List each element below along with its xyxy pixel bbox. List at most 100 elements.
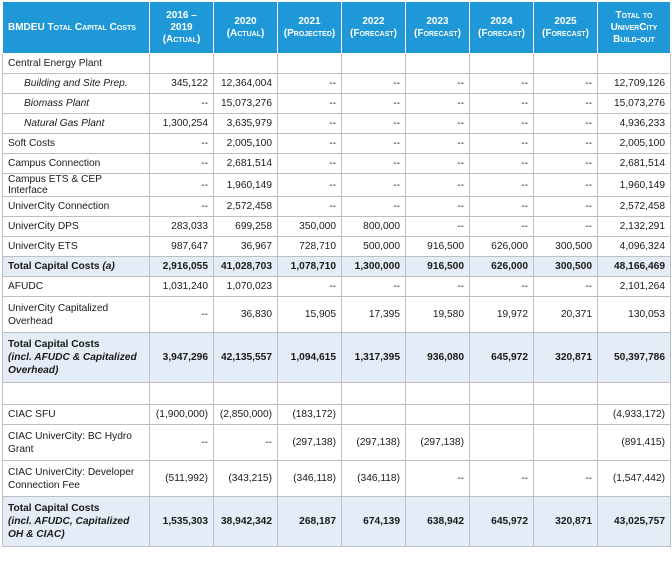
table-cell bbox=[533, 404, 598, 425]
table-cell: -- bbox=[341, 196, 406, 217]
table-cell: 1,960,149 bbox=[597, 173, 671, 197]
table-cell: -- bbox=[469, 133, 534, 154]
table-cell: (4,933,172) bbox=[597, 404, 671, 425]
table-cell: -- bbox=[469, 93, 534, 114]
row-label: Soft Costs bbox=[2, 133, 150, 154]
table-cell: 268,187 bbox=[277, 496, 342, 547]
table-cell: -- bbox=[277, 196, 342, 217]
table-cell: 283,033 bbox=[149, 216, 214, 237]
table-cell: -- bbox=[405, 196, 470, 217]
table-row: Soft Costs -- 2,005,100 -- -- -- -- -- 2… bbox=[2, 133, 671, 154]
table-cell: 936,080 bbox=[405, 332, 470, 383]
table-cell: 699,258 bbox=[213, 216, 278, 237]
row-label: CIAC UniverCity: Developer Connection Fe… bbox=[2, 460, 150, 497]
table-cell: 320,871 bbox=[533, 496, 598, 547]
table-cell: 12,364,004 bbox=[213, 73, 278, 94]
column-header: 2024 (Forecast) bbox=[469, 1, 534, 54]
table-row: Campus Connection -- 2,681,514 -- -- -- … bbox=[2, 153, 671, 174]
table-cell: 1,078,710 bbox=[277, 256, 342, 277]
table-cell: -- bbox=[533, 196, 598, 217]
table-row: UniverCity DPS 283,033 699,258 350,000 8… bbox=[2, 216, 671, 237]
table-cell: 15,905 bbox=[277, 296, 342, 333]
table-cell: 916,500 bbox=[405, 236, 470, 257]
table-cell: (183,172) bbox=[277, 404, 342, 425]
row-label: Total Capital Costs (incl. AFUDC & Capita… bbox=[2, 332, 150, 383]
table-cell: 19,580 bbox=[405, 296, 470, 333]
table-cell bbox=[533, 424, 598, 461]
table-cell: -- bbox=[469, 460, 534, 497]
table-row: Central Energy Plant bbox=[2, 53, 671, 74]
column-header: 2020 (Actual) bbox=[213, 1, 278, 54]
table-cell: 4,936,233 bbox=[597, 113, 671, 134]
row-label: CIAC UniverCity: BC Hydro Grant bbox=[2, 424, 150, 461]
row-label: UniverCity DPS bbox=[2, 216, 150, 237]
table-cell: -- bbox=[213, 424, 278, 461]
table-cell: -- bbox=[341, 113, 406, 134]
table-cell: 916,500 bbox=[405, 256, 470, 277]
table-cell: 674,139 bbox=[341, 496, 406, 547]
table-cell bbox=[597, 53, 671, 74]
table-cell: -- bbox=[277, 93, 342, 114]
table-cell bbox=[277, 53, 342, 74]
table-cell: 48,166,469 bbox=[597, 256, 671, 277]
table-cell: (2,850,000) bbox=[213, 404, 278, 425]
table-header-row: BMDEU Total Capital Costs 2016 –2019 (Act… bbox=[2, 1, 671, 54]
table-cell: -- bbox=[533, 460, 598, 497]
table-cell bbox=[469, 404, 534, 425]
row-label: Central Energy Plant bbox=[2, 53, 150, 74]
table-row: AFUDC 1,031,240 1,070,023 -- -- -- -- --… bbox=[2, 276, 671, 297]
table-cell: 1,535,303 bbox=[149, 496, 214, 547]
table-cell: -- bbox=[277, 276, 342, 297]
table-title: BMDEU Total Capital Costs bbox=[2, 1, 150, 54]
table-cell: -- bbox=[405, 153, 470, 174]
table-row: Biomass Plant -- 15,073,276 -- -- -- -- … bbox=[2, 93, 671, 114]
table-cell: -- bbox=[341, 133, 406, 154]
table-cell: 38,942,342 bbox=[213, 496, 278, 547]
table-row: CIAC UniverCity: BC Hydro Grant -- -- (2… bbox=[2, 424, 671, 461]
table-cell: 300,500 bbox=[533, 256, 598, 277]
table-cell: -- bbox=[469, 153, 534, 174]
table-cell: -- bbox=[277, 133, 342, 154]
table-cell: (297,138) bbox=[341, 424, 406, 461]
table-cell: 1,300,254 bbox=[149, 113, 214, 134]
table-cell: 626,000 bbox=[469, 256, 534, 277]
total-row: Total Capital Costs (incl. AFUDC, Capital… bbox=[2, 496, 671, 547]
table-cell: 2,132,291 bbox=[597, 216, 671, 237]
table-cell: 300,500 bbox=[533, 236, 598, 257]
blank-row bbox=[2, 382, 671, 405]
table-cell: 15,073,276 bbox=[597, 93, 671, 114]
table-cell: 42,135,557 bbox=[213, 332, 278, 383]
table-cell: 2,005,100 bbox=[597, 133, 671, 154]
row-label: Campus Connection bbox=[2, 153, 150, 174]
table-cell: 800,000 bbox=[341, 216, 406, 237]
row-label: Campus ETS & CEP Interface bbox=[2, 173, 150, 197]
table-cell: 41,028,703 bbox=[213, 256, 278, 277]
table-cell: -- bbox=[533, 216, 598, 237]
table-cell: -- bbox=[533, 113, 598, 134]
table-cell: -- bbox=[405, 173, 470, 197]
table-cell bbox=[213, 53, 278, 74]
table-cell: -- bbox=[469, 216, 534, 237]
table-cell: 2,005,100 bbox=[213, 133, 278, 154]
table-cell: 50,397,786 bbox=[597, 332, 671, 383]
table-cell: 36,830 bbox=[213, 296, 278, 333]
table-cell: -- bbox=[149, 296, 214, 333]
table-cell: -- bbox=[469, 173, 534, 197]
capital-costs-table: BMDEU Total Capital Costs 2016 –2019 (Act… bbox=[2, 1, 671, 547]
table-cell: -- bbox=[405, 133, 470, 154]
table-cell: (297,138) bbox=[405, 424, 470, 461]
table-cell: -- bbox=[341, 173, 406, 197]
table-cell: (346,118) bbox=[277, 460, 342, 497]
row-label: UniverCity Connection bbox=[2, 196, 150, 217]
table-cell: 1,031,240 bbox=[149, 276, 214, 297]
table-cell: 500,000 bbox=[341, 236, 406, 257]
table-cell: -- bbox=[341, 73, 406, 94]
column-header: 2022 (Forecast) bbox=[341, 1, 406, 54]
row-label: UniverCity Capitalized Overhead bbox=[2, 296, 150, 333]
table-cell: -- bbox=[149, 153, 214, 174]
table-row: Natural Gas Plant 1,300,254 3,635,979 --… bbox=[2, 113, 671, 134]
table-cell: 19,972 bbox=[469, 296, 534, 333]
table-cell: -- bbox=[341, 153, 406, 174]
table-cell: 3,635,979 bbox=[213, 113, 278, 134]
table-row: Building and Site Prep. 345,122 12,364,0… bbox=[2, 73, 671, 94]
